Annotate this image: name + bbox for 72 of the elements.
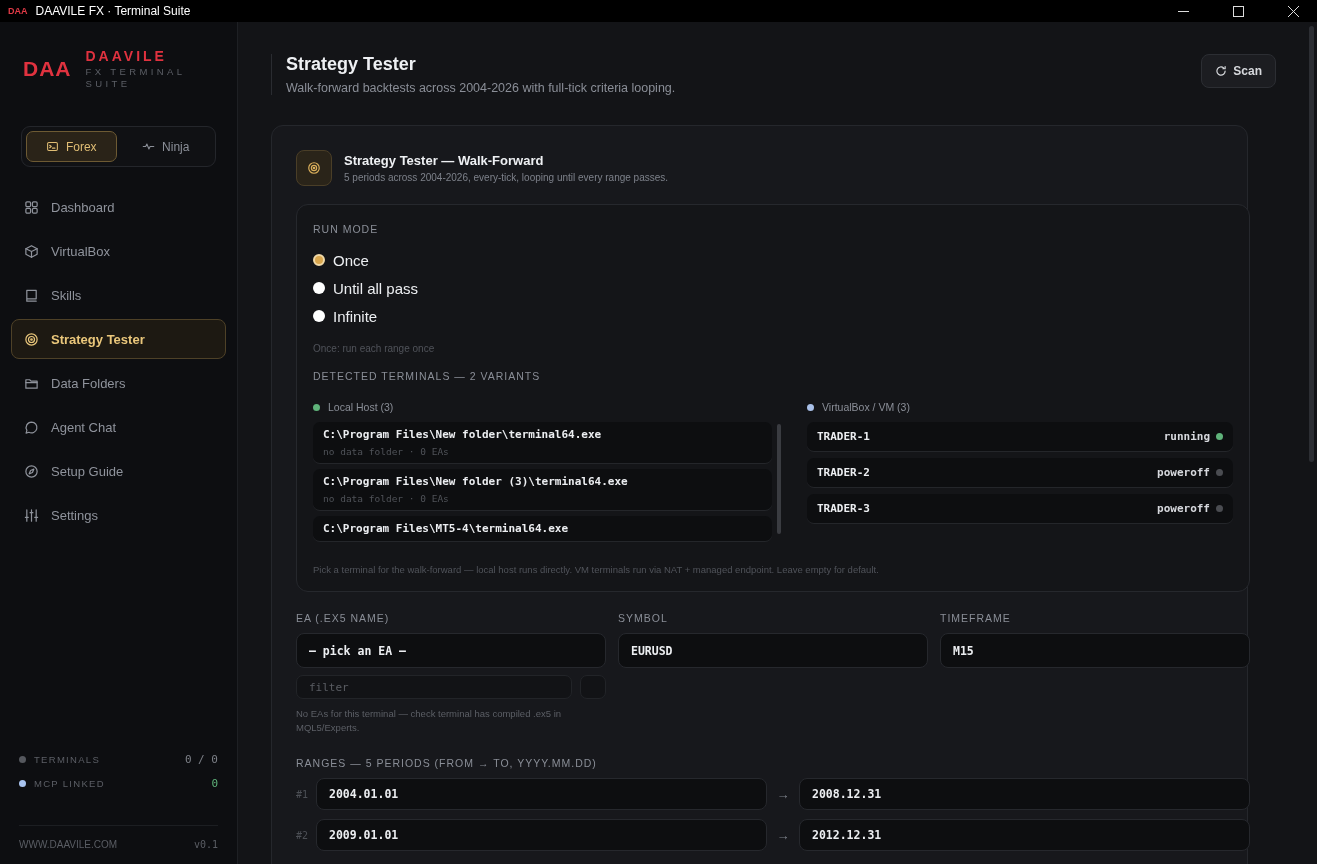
close-icon[interactable] (1288, 5, 1299, 17)
select-field[interactable]: M15 (940, 633, 1250, 668)
status-value: 0 / 0 (184, 752, 218, 766)
logo-mark: DAA (23, 57, 72, 81)
nav-item[interactable]: Dashboard (11, 187, 226, 227)
brand-tagline: FX TERMINAL SUITE (85, 66, 187, 90)
nav-item[interactable]: Agent Chat (11, 407, 226, 447)
select-field[interactable]: — pick an EA — (296, 633, 606, 668)
status-value: 0 (211, 776, 218, 790)
date-field[interactable]: 2012.12.31 (799, 819, 1250, 851)
section-label: RUN MODE (313, 223, 380, 235)
brand-name: DAAVILE (85, 48, 168, 64)
radio-label[interactable]: Until all pass (333, 279, 419, 297)
date-field[interactable]: 2004.01.01 (316, 778, 767, 810)
filter-field[interactable]: filter (296, 675, 572, 699)
range-arrow: → (775, 827, 791, 843)
radio-label[interactable]: Once (333, 251, 369, 269)
app-logo: DAA (8, 6, 28, 16)
vm-item[interactable]: TRADER-3 poweroff (807, 494, 1233, 524)
window-title: DAAVILE FX · Terminal Suite (35, 4, 192, 18)
mode-tab[interactable]: Forex (26, 131, 117, 162)
nav-item[interactable]: Skills (11, 275, 226, 315)
range-index: #2 (296, 829, 310, 841)
scrollbar[interactable] (777, 424, 781, 534)
radio-label[interactable]: Infinite (333, 307, 378, 325)
maximize-icon[interactable] (1233, 5, 1244, 17)
target-icon (296, 150, 332, 186)
nav-item[interactable]: VirtualBox (11, 231, 226, 271)
card-title: Strategy Tester — Walk-Forward (344, 153, 545, 168)
scan-button[interactable]: Scan (1201, 54, 1276, 88)
compass-icon (24, 463, 39, 479)
vm-item[interactable]: TRADER-1 running (807, 422, 1233, 452)
section-label: RANGES — 5 PERIODS (FROM → TO, YYYY.MM.DD) (296, 757, 598, 769)
sliders-icon (24, 507, 39, 523)
nav-item[interactable]: Strategy Tester (11, 319, 226, 359)
grid-icon (24, 199, 39, 215)
mode-tab[interactable]: Ninja (120, 131, 211, 162)
range-arrow: → (775, 786, 791, 802)
date-field[interactable]: 2008.12.31 (799, 778, 1250, 810)
group-label: VirtualBox / VM (3) (822, 401, 910, 413)
refresh-icon (1215, 65, 1228, 77)
date-field[interactable]: 2009.01.01 (316, 819, 767, 851)
book-icon (24, 287, 39, 303)
version-label: v0.1 (193, 839, 218, 850)
select-field[interactable]: EURUSD (618, 633, 928, 668)
nav-item[interactable]: Settings (11, 495, 226, 535)
status-label: TERMINALS (34, 753, 102, 765)
cube-icon (24, 243, 39, 259)
mode-hint: Once: run each range once (313, 343, 436, 354)
radio-button[interactable] (313, 282, 325, 294)
terminal-item[interactable]: C:\Program Files\New folder\terminal64.exe no data folder · 0 EAs (313, 422, 772, 464)
chat-icon (24, 419, 39, 435)
scrollbar[interactable] (1309, 26, 1314, 462)
group-label: Local Host (3) (328, 401, 394, 413)
field-label: EA (.EX5 NAME) (296, 612, 391, 624)
status-label: MCP LINKED (34, 777, 106, 789)
page-title: Strategy Tester (286, 54, 417, 75)
vm-item[interactable]: TRADER-2 poweroff (807, 458, 1233, 488)
nav-item[interactable]: Setup Guide (11, 451, 226, 491)
terminal-icon (45, 140, 59, 153)
radio-button[interactable] (313, 254, 325, 266)
card-subtitle: 5 periods across 2004-2026, every-tick, looping until every range passes. (344, 172, 669, 183)
nav-item[interactable]: Data Folders (11, 363, 226, 403)
page-subtitle: Walk-forward backtests across 2004-2026 with full-tick criteria looping. (286, 81, 677, 95)
field-label: TIMEFRAME (940, 612, 1012, 624)
target-icon (24, 331, 39, 347)
terminal-item[interactable]: C:\Program Files\New folder (3)\terminal64.exe no data folder · 0 EAs (313, 469, 772, 511)
terminal-item[interactable]: C:\Program Files\MT5-4\terminal64.exe (313, 516, 772, 542)
radio-button[interactable] (313, 310, 325, 322)
range-index: #1 (296, 788, 310, 800)
section-label: DETECTED TERMINALS — 2 VARIANTS (313, 370, 542, 382)
field-label: SYMBOL (618, 612, 669, 624)
